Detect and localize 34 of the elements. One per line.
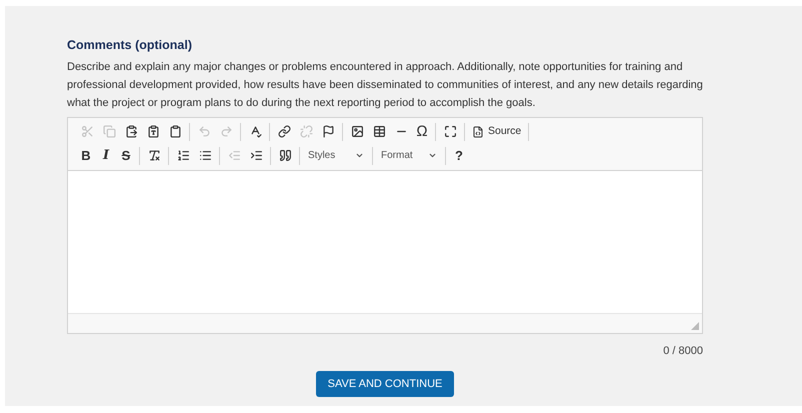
toolbar-button[interactable]: S [116,144,136,167]
source-button[interactable]: Source [468,120,526,143]
paste-icon [124,125,138,138]
character-counter: 0 / 8000 [663,344,703,359]
toolbar-button[interactable]: I [96,144,116,167]
paste-text-icon [146,125,160,138]
quote-icon [278,149,292,162]
toolbar-button[interactable]: ? [449,144,469,167]
document-icon [472,126,484,138]
field-description: Describe and explain any major changes or problems encountered in approach. Additionally, note opportunities for training and professional development provided, how results have been disseminated to communities of interest, and any new details regarding what the project or program plans to do during the next reporting period to accomplish the goals. [67,60,704,111]
toolbar-button[interactable]: B [76,144,96,167]
flag-icon [322,125,334,138]
maximize-icon [444,125,456,138]
clipboard-icon [168,125,182,138]
outdent-icon [228,149,240,162]
resize-handle-icon[interactable] [691,322,699,330]
field-label: Comments (optional) [67,37,193,54]
dropdown[interactable]: Styles [303,144,369,167]
scissors-icon [80,125,94,138]
bulleted-list-icon [198,149,212,162]
numbered-list-icon [176,149,190,162]
clear-format-icon [148,149,160,162]
save-and-continue-button[interactable]: SAVE AND CONTINUE [316,371,454,398]
toolbar-button[interactable]: Ω [412,120,432,143]
unlink-icon [300,125,312,138]
copy-icon [102,125,116,138]
table-icon [372,125,386,138]
spellcheck-icon [248,125,262,138]
indent-icon [250,149,262,162]
dropdown[interactable]: Format [376,144,442,167]
link-icon [278,125,290,138]
undo-icon [198,125,210,138]
redo-icon [220,125,232,138]
image-icon [350,125,364,138]
